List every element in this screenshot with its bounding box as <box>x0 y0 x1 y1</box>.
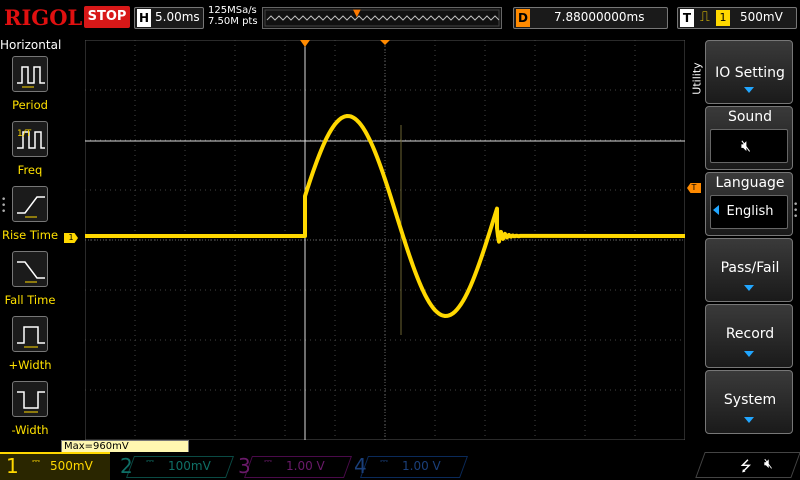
measure-negative-width-button[interactable]: -Width <box>0 379 60 443</box>
measure-fall-time-label: Fall Time <box>4 293 56 307</box>
dc-coupling-icon: ⎓ <box>32 456 40 467</box>
ch2-number: 2 <box>120 454 133 478</box>
language-value-box: English <box>710 195 788 229</box>
utility-menu-title: Utility <box>690 62 704 95</box>
ch4-status[interactable]: 4 ⎓ 1.00 V <box>350 452 469 480</box>
sound-button[interactable]: Sound 🔇︎ <box>705 106 793 170</box>
measure-negative-width-label: -Width <box>11 423 49 437</box>
measure-freq-button[interactable]: 1/T Freq <box>0 119 60 183</box>
rise-time-icon <box>12 186 48 222</box>
channel-status-bar: 1 ⎓ 500mV 2 ⎓ 100mV 3 ⎓ 1.00 V 4 ⎓ 1.00 … <box>0 452 800 480</box>
submenu-arrow-icon <box>744 285 754 291</box>
record-button[interactable]: Record <box>705 304 793 368</box>
frequency-icon: 1/T <box>12 121 48 157</box>
measure-rise-time-button[interactable]: Rise Time <box>0 184 60 248</box>
submenu-arrow-icon <box>744 351 754 357</box>
io-setting-label: IO Setting <box>715 65 785 81</box>
ch4-number: 4 <box>354 454 367 478</box>
measurement-panel-title: Horizontal <box>0 38 62 52</box>
rising-edge-icon: ⎍ <box>700 9 710 25</box>
top-status-bar: RIGOL STOP H 5.00ms 125MSa/s 7.50M pts ▼… <box>0 0 800 36</box>
trigger-position-marker-icon: ▼ <box>353 8 361 19</box>
record-label: Record <box>725 326 775 342</box>
io-setting-button[interactable]: IO Setting <box>705 40 793 104</box>
trigger-box[interactable]: T ⎍ 1 500mV <box>677 7 797 29</box>
center-position-top-icon <box>380 40 390 45</box>
sound-value-box: 🔇︎ <box>710 129 788 163</box>
delay-label: D <box>516 9 530 27</box>
negative-width-icon <box>12 381 48 417</box>
ch2-scale: 100mV <box>168 459 211 473</box>
memory-overview-strip[interactable]: ▼ <box>262 7 502 29</box>
svg-text:1/T: 1/T <box>17 129 32 139</box>
brand-logo: RIGOL <box>4 5 83 30</box>
pass-fail-label: Pass/Fail <box>720 260 780 276</box>
ch1-offset-marker[interactable]: 1 <box>64 233 78 243</box>
horizontal-timebase-box[interactable]: H 5.00ms <box>134 7 204 29</box>
status-icons: ⭍ 🔇︎ <box>695 452 800 480</box>
measurement-panel: Horizontal Period 1/T Freq • • • Rise Time… <box>0 37 62 443</box>
period-icon <box>12 56 48 92</box>
ch1-number: 1 <box>6 454 19 478</box>
run-stop-status[interactable]: STOP <box>84 6 130 28</box>
submenu-arrow-icon <box>744 87 754 93</box>
dc-coupling-icon: ⎓ <box>146 456 154 467</box>
ch2-status[interactable]: 2 ⎓ 100mV <box>116 452 235 480</box>
pass-fail-button[interactable]: Pass/Fail <box>705 238 793 302</box>
positive-width-icon <box>12 316 48 352</box>
utility-menu-tab: Utility <box>688 55 704 105</box>
submenu-arrow-icon <box>744 417 754 423</box>
ch1-status[interactable]: 1 ⎓ 500mV <box>0 452 115 480</box>
timebase-value: 5.00ms <box>155 10 200 24</box>
ch3-status[interactable]: 3 ⎓ 1.00 V <box>234 452 353 480</box>
language-button[interactable]: Language English <box>705 172 793 236</box>
measure-period-label: Period <box>12 98 48 112</box>
usb-icon: ⭍ <box>740 459 752 475</box>
language-value: English <box>726 204 774 219</box>
sound-label: Sound <box>727 109 773 125</box>
fall-time-icon <box>12 251 48 287</box>
scroll-dots-icon: • • • <box>793 200 799 222</box>
delay-box[interactable]: D 7.88000000ms <box>513 7 668 29</box>
trigger-level: 500mV <box>740 10 783 24</box>
horizontal-label: H <box>137 9 151 27</box>
measure-rise-time-label: Rise Time <box>1 228 59 242</box>
ch1-scale: 500mV <box>50 459 93 473</box>
trigger-position-top-icon <box>300 40 310 47</box>
waveform-display[interactable] <box>84 39 686 441</box>
speaker-mute-icon: 🔇︎ <box>741 136 752 155</box>
measure-freq-label: Freq <box>17 163 43 177</box>
language-label: Language <box>715 175 785 191</box>
measure-period-button[interactable]: Period <box>0 54 60 118</box>
dc-coupling-icon: ⎓ <box>264 456 272 467</box>
trigger-source: 1 <box>716 10 730 26</box>
sample-rate-info: 125MSa/s 7.50M pts <box>208 5 258 27</box>
delay-value: 7.88000000ms <box>554 10 645 24</box>
memory-depth: 7.50M pts <box>208 16 258 27</box>
sample-rate: 125MSa/s <box>208 5 257 16</box>
ch3-number: 3 <box>238 454 251 478</box>
dc-coupling-icon: ⎓ <box>380 456 388 467</box>
memory-waveform-icon <box>264 9 500 27</box>
system-label: System <box>723 392 777 408</box>
measure-positive-width-label: +Width <box>8 358 52 372</box>
ch3-scale: 1.00 V <box>286 459 325 473</box>
speaker-mute-icon: 🔇︎ <box>764 456 773 472</box>
ch4-scale: 1.00 V <box>402 459 441 473</box>
measure-positive-width-button[interactable]: +Width <box>0 314 60 378</box>
trigger-label: T <box>680 9 694 27</box>
system-button[interactable]: System <box>705 370 793 434</box>
waveform-graticule <box>84 39 686 441</box>
measure-fall-time-button[interactable]: Fall Time <box>0 249 60 313</box>
trigger-level-marker[interactable]: T <box>687 183 701 193</box>
